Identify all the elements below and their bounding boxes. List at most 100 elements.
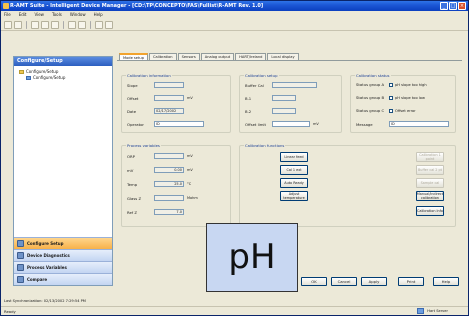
temp-label: Temp [127, 181, 138, 187]
mv-row: mV 0.00 mV [127, 167, 193, 173]
group-title: Calibration status [355, 73, 391, 78]
b1-field[interactable] [272, 95, 296, 101]
buffer-cal-select[interactable] [272, 82, 317, 88]
title-bar: R-AMT Suite - Intelligent Device Manager… [1, 1, 468, 11]
tab-strip: Mode setup Calibration Sensors Analog ou… [117, 53, 462, 61]
slope-high-checkbox[interactable]: pH slope too high [389, 82, 427, 87]
tab-hart[interactable]: HART/Ireland [235, 53, 267, 60]
forward-icon[interactable] [41, 21, 49, 29]
connect-icon[interactable] [95, 21, 103, 29]
tree-item-child[interactable]: Configure/Setup [17, 75, 109, 81]
back-icon[interactable] [31, 21, 39, 29]
application-window: R-AMT Suite - Intelligent Device Manager… [0, 0, 469, 316]
b2-field[interactable] [272, 108, 296, 114]
group-title: Calibration functions [244, 143, 286, 148]
app-icon [3, 3, 9, 9]
maximize-button[interactable]: □ [449, 2, 457, 10]
nav-device-diagnostics[interactable]: Device Diagnostics [14, 249, 112, 261]
status-b-label: Status group B [356, 95, 385, 100]
open-icon[interactable] [4, 21, 12, 29]
glass-z-row: Glass Z Mohm [127, 195, 198, 201]
unit-label: Mohm [187, 196, 198, 200]
toolbar-separator [26, 21, 27, 29]
tab-analog-output[interactable]: Analog output [200, 53, 235, 60]
checkbox-box[interactable] [389, 95, 393, 100]
checkbox-label: pH slope too low [395, 95, 425, 100]
calibration-info-button[interactable]: Calibration Info [416, 206, 444, 216]
menu-bar: File Edit View Tools Window Help [1, 11, 468, 19]
status-a-label: Status group A [356, 82, 385, 87]
unit-label: mV [187, 154, 193, 158]
auto-ready-button[interactable]: Auto Ready [280, 178, 308, 188]
offset-field[interactable] [154, 95, 184, 101]
tab-mode-setup[interactable]: Mode setup [119, 53, 148, 60]
navigation-pane: Configure/Setup Configure/Setup Configur… [13, 56, 113, 286]
menu-view[interactable]: View [34, 11, 44, 19]
checkbox-box[interactable] [389, 108, 393, 113]
linear-feed-button[interactable]: Linear feed [280, 152, 308, 162]
tab-sensors[interactable]: Sensors [177, 53, 200, 60]
date-field[interactable]: 02/17/2002 [154, 108, 184, 114]
offset-error-checkbox[interactable]: Offset error [389, 108, 416, 113]
manual-indirect-cal-button[interactable]: Manual/indirect calibration [416, 191, 444, 201]
refresh-icon[interactable] [51, 21, 59, 29]
device-icon[interactable] [68, 21, 76, 29]
sample-cal-button[interactable]: Sample cal [416, 178, 444, 188]
help-icon[interactable] [105, 21, 113, 29]
print-icon[interactable] [78, 21, 86, 29]
device-tree: Configure/Setup Configure/Setup [14, 66, 112, 84]
offset-limit-field[interactable] [272, 121, 310, 127]
menu-help[interactable]: Help [94, 11, 103, 19]
group-title: Calibration information [126, 73, 172, 78]
device-icon [26, 76, 31, 80]
menu-file[interactable]: File [4, 11, 11, 19]
server-icon [417, 307, 425, 314]
offset-row: Offset mV [127, 95, 193, 101]
buffer-cal-2pt-button[interactable]: Buffer cal 2 pt [416, 165, 444, 175]
orp-label: ORP [127, 153, 135, 159]
checkbox-label: Offset error [395, 108, 416, 113]
minimize-button[interactable]: _ [440, 2, 448, 10]
save-icon[interactable] [14, 21, 22, 29]
toolbar [1, 19, 468, 31]
menu-edit[interactable]: Edit [19, 11, 27, 19]
offset-limit-label: Offset limit [245, 121, 266, 127]
calibration-1-point-button[interactable]: Calibration 1 point [416, 152, 444, 162]
unit-label: mV [313, 122, 319, 126]
tab-local-display[interactable]: Local display [267, 53, 299, 60]
variables-icon [17, 264, 24, 271]
mv-field: 0.00 [154, 167, 184, 173]
slope-row: Slope [127, 82, 184, 88]
checkbox-box[interactable] [389, 82, 393, 87]
temp-row: Temp 25.0 °C [127, 181, 191, 187]
nav-configure-setup[interactable]: Configure Setup [14, 237, 112, 249]
menu-tools[interactable]: Tools [52, 11, 62, 19]
close-button[interactable]: × [458, 2, 466, 10]
status-bar: Ready [1, 306, 468, 315]
status-c-label: Status group C [356, 108, 385, 113]
adjust-temperature-button[interactable]: Adjust temperature [280, 191, 308, 201]
unit-label: mV [187, 96, 193, 100]
message-field[interactable]: ID [389, 121, 449, 127]
cal-1-ext-button[interactable]: Cal 1 ext [280, 165, 308, 175]
ok-button[interactable]: OK [301, 277, 327, 286]
apply-button[interactable]: Apply [361, 277, 387, 286]
folder-icon [19, 70, 24, 74]
unit-label: mV [187, 168, 193, 172]
glass-z-field [154, 195, 184, 201]
tab-calibration[interactable]: Calibration [149, 53, 177, 60]
toolbar-separator [90, 21, 91, 29]
nav-button-stack: Configure Setup Device Diagnostics Proce… [14, 237, 112, 285]
ref-z-row: Ref Z 7.0 [127, 209, 187, 215]
operator-field[interactable]: ID [154, 121, 204, 127]
print-button[interactable]: Print [398, 277, 424, 286]
nav-process-variables[interactable]: Process Variables [14, 261, 112, 273]
cancel-button[interactable]: Cancel [331, 277, 357, 286]
group-title: Calibration setup [244, 73, 279, 78]
nav-compare[interactable]: Compare [14, 273, 112, 285]
help-button[interactable]: Help [433, 277, 459, 286]
slope-field[interactable] [154, 82, 184, 88]
menu-window[interactable]: Window [70, 11, 86, 19]
message-label: Message [356, 121, 373, 127]
slope-low-checkbox[interactable]: pH slope too low [389, 95, 425, 100]
